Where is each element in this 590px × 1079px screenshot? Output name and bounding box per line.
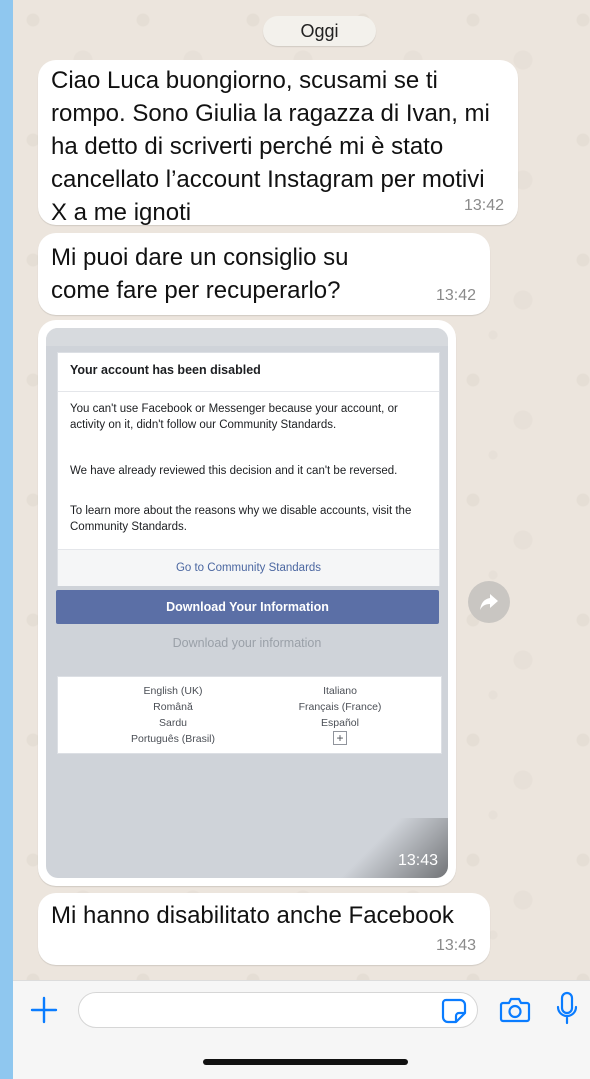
sticker-icon[interactable] — [440, 997, 468, 1025]
disabled-account-card: Your account has been disabled You can't… — [57, 352, 440, 586]
message-composer — [13, 980, 590, 1079]
divider — [58, 391, 439, 392]
language-item: English (UK) — [143, 685, 203, 697]
message-text: Mi hanno disabilitato anche Facebook — [51, 902, 454, 929]
home-indicator — [203, 1059, 408, 1065]
language-item: Sardu — [158, 717, 188, 729]
microphone-icon[interactable] — [556, 991, 578, 1027]
forward-arrow-icon — [480, 594, 498, 610]
camera-icon[interactable] — [499, 995, 531, 1025]
chat-screen: Oggi Ciao Luca buongiorno, scusami se ti… — [13, 0, 590, 1079]
more-languages-icon: + — [333, 731, 347, 745]
forward-button[interactable] — [468, 581, 510, 623]
language-item: Italiano — [323, 685, 357, 697]
plus-icon[interactable] — [29, 995, 59, 1025]
message-text: Mi puoi dare un consiglio su come fare p… — [51, 244, 349, 304]
card-paragraph: We have already reviewed this decision a… — [70, 465, 398, 477]
language-item: Română — [153, 701, 193, 713]
language-item: Português (Brasil) — [130, 733, 216, 745]
message-time: 13:43 — [397, 852, 438, 869]
message-text: Ciao Luca buongiorno, scusami se ti romp… — [51, 67, 490, 226]
community-standards-link: Go to Community Standards — [58, 549, 439, 586]
card-paragraph: To learn more about the reasons why we d… — [70, 505, 412, 533]
message-input[interactable] — [78, 992, 478, 1028]
language-list: English (UK) Română Sardu Português (Bra… — [57, 676, 442, 754]
shared-screenshot[interactable]: Your account has been disabled You can't… — [46, 328, 448, 878]
incoming-message[interactable]: Mi puoi dare un consiglio su come fare p… — [38, 233, 490, 315]
language-item: Français (France) — [298, 701, 382, 713]
message-time: 13:42 — [463, 197, 504, 214]
message-time: 13:42 — [435, 287, 476, 304]
download-information-link: Download your information — [172, 636, 322, 650]
language-item: Español — [321, 717, 359, 729]
card-title: Your account has been disabled — [70, 363, 261, 377]
incoming-message[interactable]: Mi hanno disabilitato anche Facebook 13:… — [38, 893, 490, 965]
incoming-image-message[interactable]: Your account has been disabled You can't… — [38, 320, 456, 886]
download-information-button: Download Your Information — [56, 590, 439, 624]
card-paragraph: You can't use Facebook or Messenger beca… — [70, 403, 398, 431]
screenshot-top-bar — [46, 328, 448, 346]
message-time: 13:43 — [435, 937, 476, 954]
incoming-message[interactable]: Ciao Luca buongiorno, scusami se ti romp… — [38, 60, 518, 226]
date-separator: Oggi — [263, 16, 376, 46]
